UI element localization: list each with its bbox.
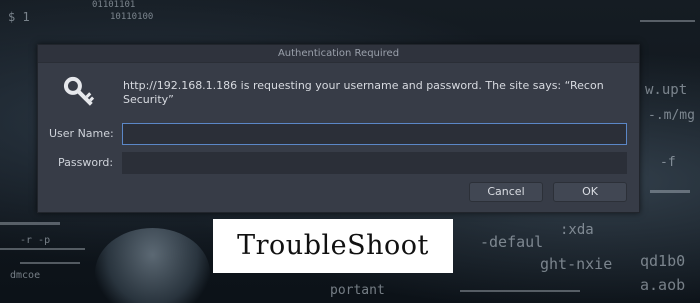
code-line xyxy=(650,190,690,193)
code-fragment: qd1b0 xyxy=(640,252,686,270)
code-fragment: dmcoe xyxy=(10,270,41,281)
code-fragment: :xda xyxy=(560,222,594,238)
dialog-title: Authentication Required xyxy=(38,45,639,63)
code-line xyxy=(0,248,85,250)
ok-button[interactable]: OK xyxy=(553,182,627,202)
code-fragment: -f xyxy=(660,155,676,170)
background-hand xyxy=(95,228,210,303)
caption-banner: TroubleShoot xyxy=(213,219,453,273)
code-fragment: -.m/mg xyxy=(648,108,695,123)
password-label: Password: xyxy=(58,156,114,169)
code-fragment: -r -p xyxy=(20,235,51,246)
code-fragment: -defaul xyxy=(480,233,544,251)
username-label: User Name: xyxy=(49,127,114,140)
code-line xyxy=(0,222,60,225)
code-line xyxy=(640,20,695,22)
password-input[interactable] xyxy=(122,152,627,174)
code-fragment: ght-nxie xyxy=(540,255,613,273)
code-fragment: 10110100 xyxy=(110,12,154,22)
key-icon xyxy=(63,76,95,106)
code-fragment: $ 1 xyxy=(8,10,30,24)
cancel-button[interactable]: Cancel xyxy=(469,182,543,202)
code-fragment: w.upt xyxy=(645,82,688,98)
code-fragment: 01101101 xyxy=(92,0,136,10)
auth-message: http://192.168.1.186 is requesting your … xyxy=(123,79,604,106)
code-fragment: a.aob xyxy=(640,276,686,294)
code-line xyxy=(20,262,80,264)
code-fragment: portant xyxy=(330,283,385,298)
username-input[interactable] xyxy=(122,123,627,145)
code-line xyxy=(460,290,580,292)
authentication-dialog: Authentication Required http://192.168.1… xyxy=(37,44,640,213)
